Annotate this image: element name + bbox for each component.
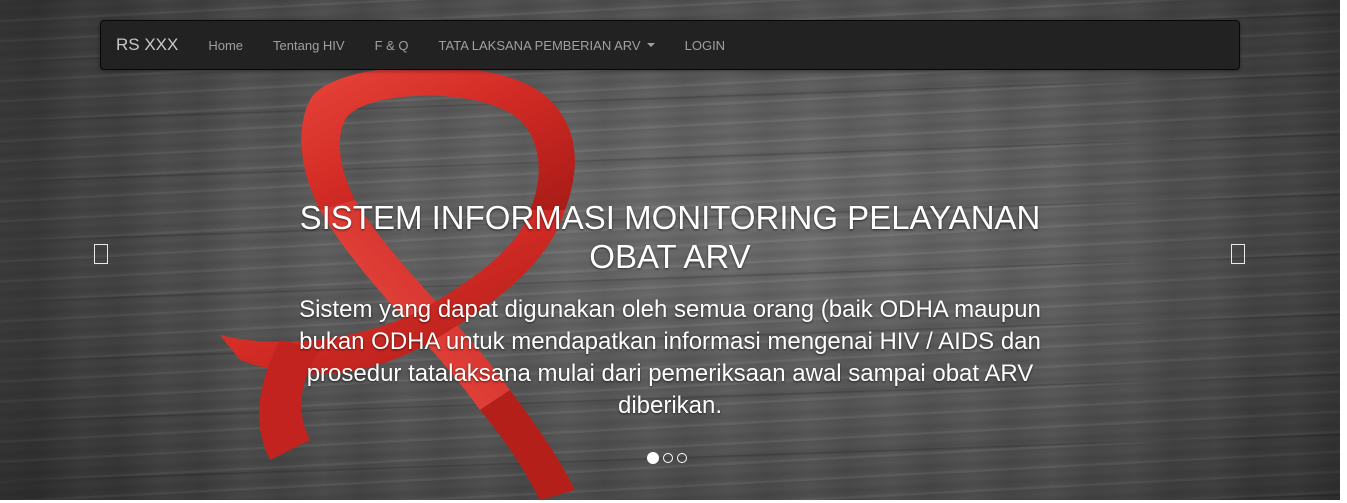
carousel-prev-button[interactable] bbox=[94, 244, 108, 264]
brand-link[interactable]: RS XXX bbox=[101, 35, 193, 55]
carousel-indicator-1[interactable] bbox=[647, 452, 659, 464]
hero-carousel: SISTEM INFORMASI MONITORING PELAYANAN OB… bbox=[0, 0, 1340, 500]
nav-home[interactable]: Home bbox=[193, 38, 258, 53]
top-navbar: RS XXX Home Tentang HIV F & Q TATA LAKSA… bbox=[100, 20, 1240, 70]
carousel-title: SISTEM INFORMASI MONITORING PELAYANAN OB… bbox=[299, 199, 1041, 275]
nav-home-label: Home bbox=[208, 37, 244, 53]
carousel-indicator-2[interactable] bbox=[663, 453, 673, 463]
nav-login-label: LOGIN bbox=[684, 37, 726, 53]
carousel-next-button[interactable] bbox=[1231, 244, 1245, 264]
nav-tentang-hiv[interactable]: Tentang HIV bbox=[258, 38, 360, 53]
nav-faq[interactable]: F & Q bbox=[360, 38, 424, 53]
carousel-indicators bbox=[647, 452, 687, 464]
nav-login[interactable]: LOGIN bbox=[670, 38, 740, 53]
nav-tata-laksana-dropdown[interactable]: TATA LAKSANA PEMBERIAN ARV bbox=[424, 38, 670, 53]
carousel-description: Sistem yang dapat digunakan oleh semua o… bbox=[299, 296, 1041, 419]
carousel-caption: SISTEM INFORMASI MONITORING PELAYANAN OB… bbox=[250, 198, 1090, 422]
nav-faq-label: F & Q bbox=[374, 37, 409, 53]
nav-tata-laksana-label: TATA LAKSANA PEMBERIAN ARV bbox=[438, 37, 641, 53]
nav-tentang-hiv-label: Tentang HIV bbox=[273, 37, 345, 53]
carousel-indicator-3[interactable] bbox=[677, 453, 687, 463]
caret-down-icon bbox=[646, 43, 655, 47]
